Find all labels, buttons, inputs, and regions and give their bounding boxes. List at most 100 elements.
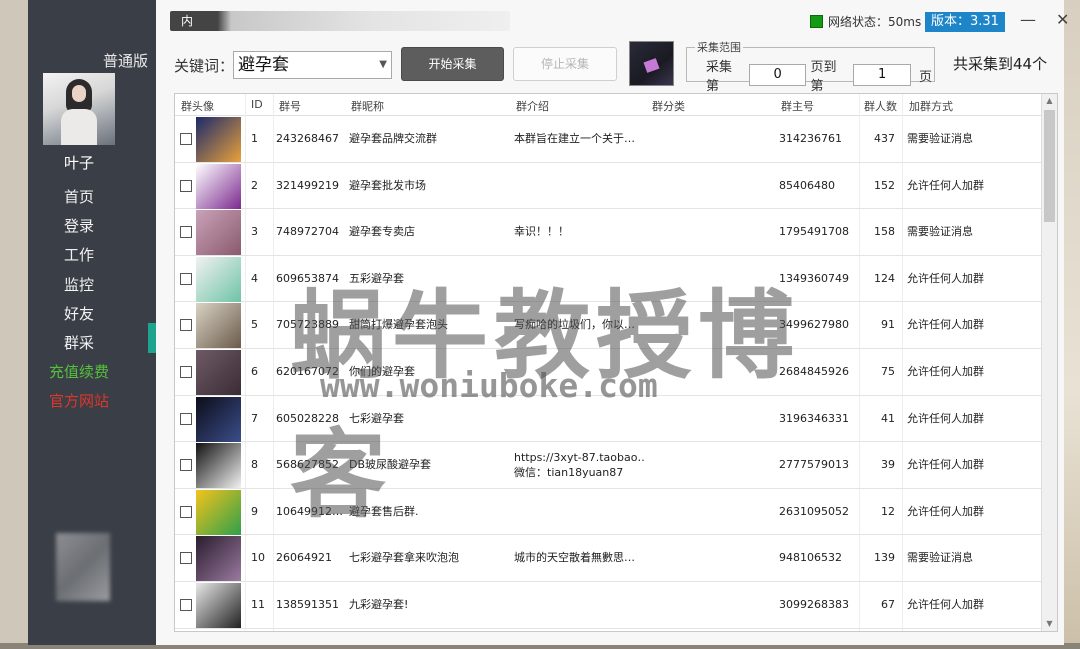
row-group-number: 620167072 (276, 364, 339, 378)
row-checkbox[interactable] (180, 133, 192, 145)
row-group-number: 705723889 (276, 318, 339, 332)
row-group-intro: 幸识！！！ (514, 209, 646, 255)
active-nav-marker (148, 323, 156, 353)
row-checkbox[interactable] (180, 412, 192, 425)
row-member-count: 437 (874, 132, 895, 145)
table-row[interactable]: 7 605028228 七彩避孕套 3196346331 41 允许任何人加群 (175, 396, 1043, 443)
table-row[interactable]: 1 243268467 避孕套品牌交流群 本群旨在建立一个关于… 314236761 43… (175, 116, 1043, 163)
main-window: 内 网络状态：50ms 版本：3.31 — ✕ 关键词： 避孕套 ▼ 开始采集 … (156, 0, 1069, 645)
range-from-label: 采集第 (706, 60, 733, 94)
row-join-method: 需要验证消息 (907, 225, 973, 239)
row-intro-line2: 微信：tian18yuan87 (514, 466, 624, 480)
header-id[interactable]: ID (251, 98, 263, 111)
row-join-method: 需要验证消息 (907, 551, 973, 565)
header-join-method[interactable]: 加群方式 (909, 98, 953, 114)
row-member-count: 41 (881, 411, 895, 425)
row-id: 4 (251, 271, 258, 285)
row-checkbox[interactable] (180, 505, 192, 518)
row-intro-line1: 本群旨在建立一个关于… (514, 132, 635, 145)
range-from-input[interactable]: 0 (748, 64, 807, 86)
row-group-name: 甜筒打爆避孕套泡头 (349, 318, 448, 332)
sidebar-item-recharge[interactable]: 充值续费 (28, 358, 130, 387)
row-group-intro (514, 582, 646, 628)
row-checkbox[interactable] (180, 319, 192, 332)
header-number[interactable]: 群号 (279, 98, 301, 114)
row-id: 2 (251, 178, 258, 192)
edition-label: 普通版 (102, 52, 148, 70)
row-checkbox[interactable] (180, 459, 192, 472)
row-group-intro (514, 489, 646, 535)
row-group-intro (514, 396, 646, 442)
stop-collect-button[interactable]: 停止采集 (513, 47, 617, 81)
header-member-count[interactable]: 群人数 (864, 98, 897, 114)
vertical-scrollbar[interactable]: ▲ ▼ (1041, 94, 1057, 631)
table-row[interactable]: 2 321499219 避孕套批发市场 85406480 152 允许任何人加群 (175, 163, 1043, 210)
table-row[interactable]: 4 609653874 五彩避孕套 1349360749 124 允许任何人加群 (175, 256, 1043, 303)
row-id: 9 (251, 504, 258, 518)
scroll-thumb[interactable] (1044, 110, 1055, 222)
row-member-count: 158 (874, 225, 895, 239)
row-checkbox[interactable] (180, 226, 192, 239)
row-checkbox[interactable] (180, 179, 192, 192)
table-row[interactable]: 8 568627852 DB玻尿酸避孕套 https://3xyt-87.taobao… (175, 442, 1043, 489)
row-join-method: 需要验证消息 (907, 132, 973, 145)
row-checkbox[interactable] (180, 598, 192, 611)
desktop-right-strip (1064, 0, 1080, 649)
range-unit: 页 (918, 69, 932, 85)
row-intro-line1: 写痴哈的垃圾们，你以… (514, 318, 635, 332)
start-collect-button[interactable]: 开始采集 (401, 47, 504, 81)
row-checkbox[interactable] (180, 552, 192, 565)
header-avatar[interactable]: 群头像 (181, 98, 214, 114)
row-owner-number: 3099268383 (779, 597, 849, 611)
group-avatar (196, 163, 241, 209)
row-group-intro: https://3xyt-87.taobao… 微信：tian18yuan87 (514, 442, 646, 488)
header-nickname[interactable]: 群昵称 (351, 98, 384, 114)
header-intro[interactable]: 群介绍 (516, 98, 549, 114)
sidebar-item-group-collect[interactable]: 群采 (28, 329, 130, 358)
row-intro-line1: 城市的天空散着無數思… (514, 551, 635, 565)
close-icon[interactable]: ✕ (1056, 10, 1069, 29)
table-row[interactable]: 9 10649912… 避孕套售后群. 2631095052 12 允许任何人加群 (175, 489, 1043, 536)
row-id: 3 (251, 225, 258, 239)
sidebar-item-login[interactable]: 登录 (28, 212, 130, 241)
row-id: 5 (251, 318, 258, 332)
row-member-count: 152 (874, 178, 895, 192)
avatar[interactable] (43, 73, 115, 145)
group-table: 群头像 ID 群号 群昵称 群介绍 群分类 群主号 群人数 加群方式 1 2432… (174, 93, 1058, 632)
row-group-number: 321499219 (276, 178, 339, 192)
sidebar-item-official-site[interactable]: 官方网站 (28, 387, 130, 416)
row-group-name: 避孕套售后群. (349, 504, 419, 518)
row-group-name: DB玻尿酸避孕套 (349, 458, 432, 472)
network-status-icon (810, 15, 823, 28)
row-group-intro: 城市的天空散着無數思… (514, 535, 646, 581)
scroll-up-icon[interactable]: ▲ (1042, 94, 1057, 108)
row-member-count: 124 (874, 271, 895, 285)
row-owner-number: 314236761 (779, 132, 842, 145)
table-row[interactable]: 10 26064921 七彩避孕套拿来吹泡泡 城市的天空散着無數思… 948106532… (175, 535, 1043, 582)
row-member-count: 12 (881, 504, 895, 518)
sidebar-item-monitor[interactable]: 监控 (28, 271, 130, 300)
row-group-name: 避孕套专卖店 (349, 225, 415, 239)
sidebar-item-friends[interactable]: 好友 (28, 300, 130, 329)
table-row[interactable]: 3 748972704 避孕套专卖店 幸识！！！ 1795491708 158 需要验证消息 (175, 209, 1043, 256)
row-join-method: 允许任何人加群 (907, 318, 984, 332)
table-body: 1 243268467 避孕套品牌交流群 本群旨在建立一个关于… 314236761 43… (175, 116, 1043, 629)
sidebar-item-home[interactable]: 首页 (28, 183, 130, 212)
table-row[interactable]: 5 705723889 甜筒打爆避孕套泡头 写痴哈的垃圾们，你以… 3499627980… (175, 302, 1043, 349)
keyword-select[interactable]: 避孕套 ▼ (233, 51, 392, 79)
row-owner-number: 85406480 (779, 178, 835, 192)
minimize-icon[interactable]: — (1020, 10, 1036, 29)
row-id: 1 (251, 132, 258, 145)
row-checkbox[interactable] (180, 365, 192, 378)
header-owner[interactable]: 群主号 (781, 98, 814, 114)
table-row[interactable]: 6 620167072 你们的避孕套 2684845926 75 允许任何人加群 (175, 349, 1043, 396)
row-group-name: 避孕套批发市场 (349, 178, 426, 192)
row-checkbox[interactable] (180, 272, 192, 285)
range-to-input[interactable]: 1 (853, 64, 911, 86)
header-category[interactable]: 群分类 (652, 98, 685, 114)
table-row[interactable]: 11 138591351 九彩避孕套! 3099268383 67 允许任何人加群 (175, 582, 1043, 629)
sidebar-item-work[interactable]: 工作 (28, 241, 130, 270)
scroll-down-icon[interactable]: ▼ (1042, 617, 1057, 631)
row-owner-number: 2777579013 (779, 458, 849, 472)
row-owner-number: 3196346331 (779, 411, 849, 425)
